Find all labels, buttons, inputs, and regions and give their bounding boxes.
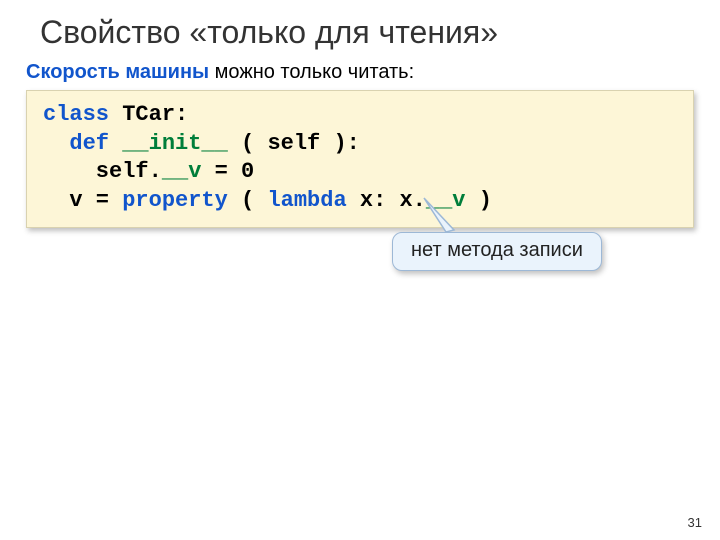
code-kw: class — [43, 102, 122, 127]
code-text: x: x. — [360, 188, 426, 213]
subtitle-accent: Скорость машины — [26, 61, 209, 83]
callout-group: нет метода записи — [392, 232, 602, 271]
code-number: 0 — [241, 159, 254, 184]
code-text: : — [175, 102, 188, 127]
code-block: class TCar: def __init__ ( self ): self.… — [26, 90, 694, 228]
code-kw: lambda — [267, 188, 359, 213]
subtitle: Скорость машины можно только читать: — [0, 59, 720, 84]
code-text: ( — [241, 188, 267, 213]
code-text: = — [215, 159, 241, 184]
code-name: __init__ — [122, 131, 241, 156]
code-name: __v — [162, 159, 215, 184]
code-text: ) — [479, 188, 492, 213]
code-kw: property — [122, 188, 241, 213]
code-text: ( self ): — [241, 131, 360, 156]
slide-title: Свойство «только для чтения» — [0, 0, 720, 59]
code-text: self. — [43, 159, 162, 184]
subtitle-rest: можно только читать: — [209, 61, 414, 83]
code-text: v = — [43, 188, 122, 213]
callout-box: нет метода записи — [392, 232, 602, 271]
page-number: 31 — [688, 515, 702, 530]
code-name: TCar — [122, 102, 175, 127]
code-kw: def — [43, 131, 122, 156]
